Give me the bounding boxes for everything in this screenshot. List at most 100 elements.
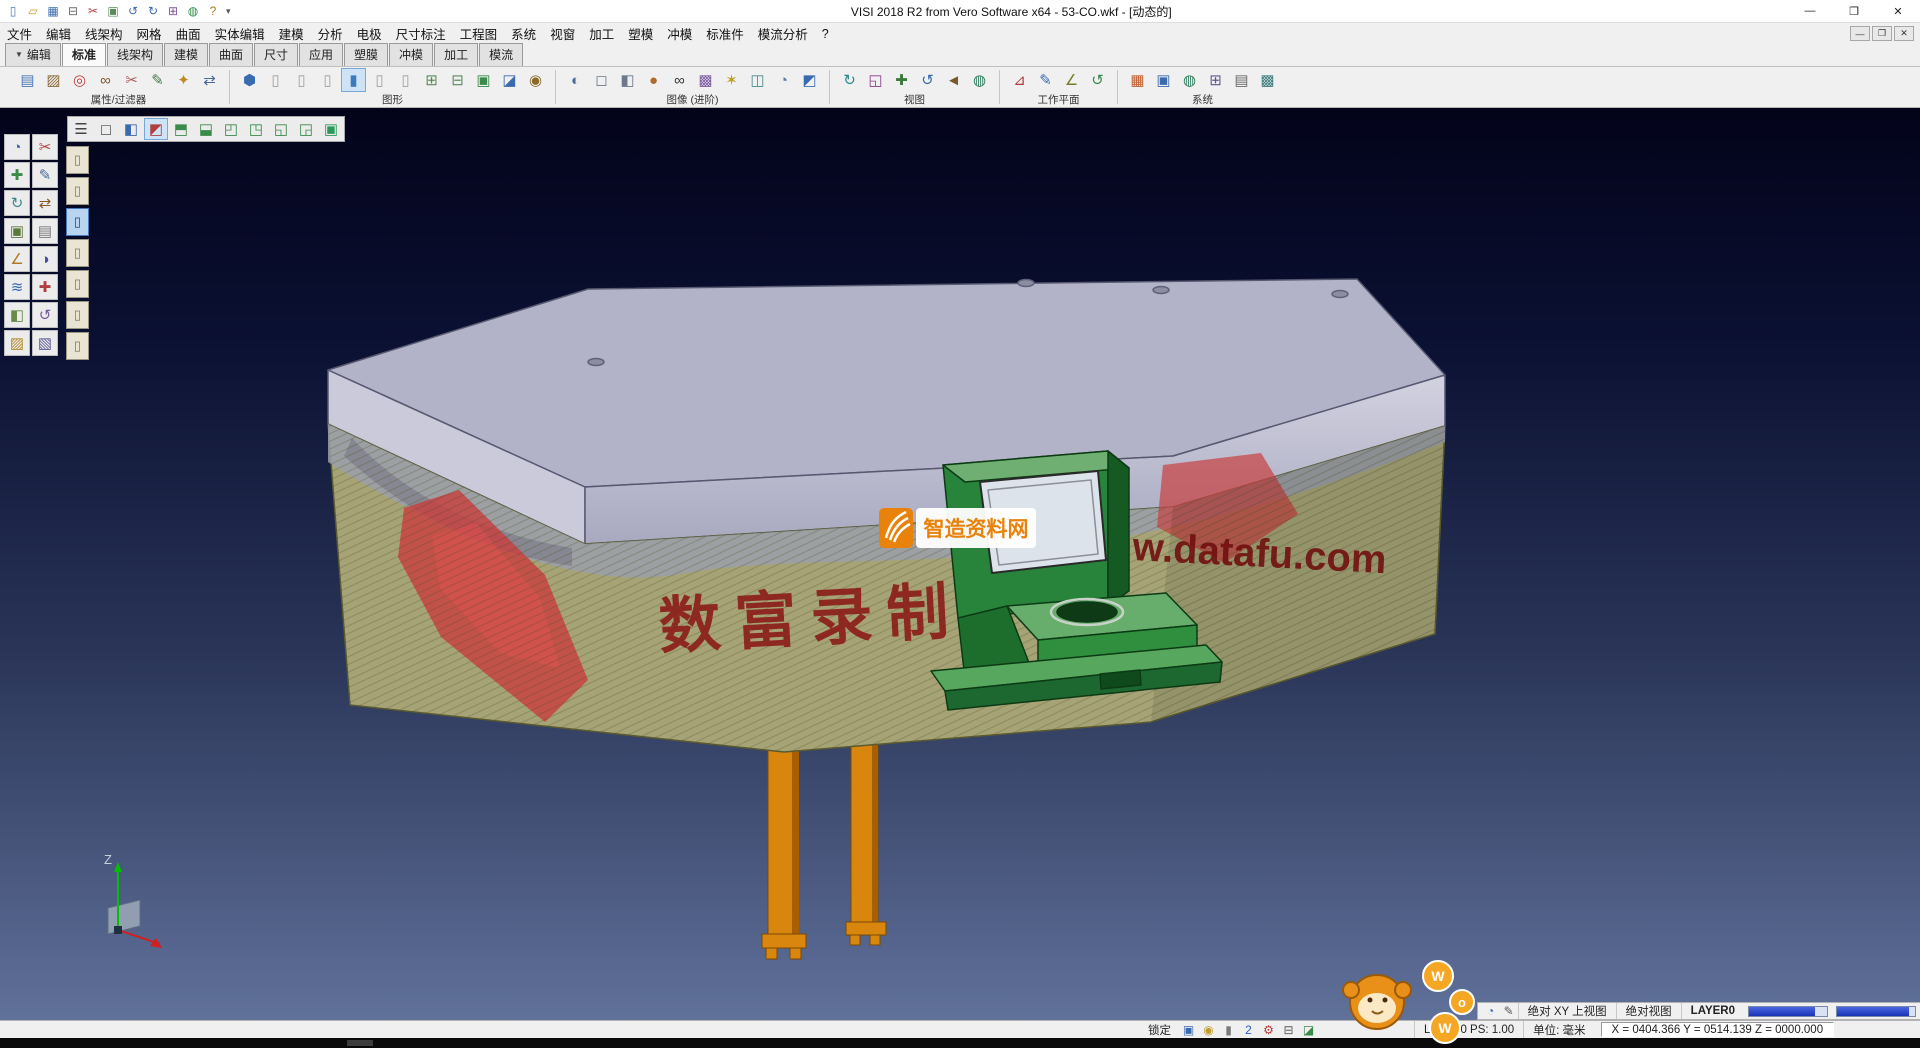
chip-icon[interactable]: ▩	[1255, 68, 1280, 92]
zoom-window-icon[interactable]: ◱	[863, 68, 888, 92]
menu-item-7[interactable]: 分析	[311, 23, 350, 44]
dynamic-view-icon[interactable]: ◍	[967, 68, 992, 92]
view-shaded-icon[interactable]: ◧	[119, 118, 143, 140]
view-back-icon[interactable]: ◲	[294, 118, 318, 140]
layout-slot-icon-5[interactable]: ▯	[66, 301, 89, 329]
rotate-view-icon[interactable]: ↺	[915, 68, 940, 92]
tab-1[interactable]: 标准	[62, 43, 106, 66]
knife-icon[interactable]: ✂	[32, 134, 58, 160]
stamp-icon[interactable]: ▣	[4, 218, 30, 244]
capture-icon[interactable]: ◉	[1199, 1022, 1218, 1038]
redo-icon[interactable]: ↻	[144, 2, 162, 20]
close-button[interactable]: ✕	[1876, 0, 1920, 22]
menu-item-16[interactable]: 标准件	[699, 23, 751, 44]
selection-filter-icon[interactable]: ✂	[119, 68, 144, 92]
maximize-button[interactable]: ❐	[1832, 0, 1876, 22]
tab-10[interactable]: 模流	[479, 43, 523, 66]
new-file-icon[interactable]: ▯	[4, 2, 22, 20]
minimize-button[interactable]: —	[1788, 0, 1832, 22]
notes-icon[interactable]: ▤	[32, 218, 58, 244]
tab-5[interactable]: 尺寸	[254, 43, 298, 66]
qat-dropdown-icon[interactable]: ▾	[222, 6, 235, 17]
palette-icon[interactable]: ▨	[4, 330, 30, 356]
edit-filter-icon[interactable]: ✎	[145, 68, 170, 92]
workplane-reset-icon[interactable]: ↺	[1085, 68, 1110, 92]
menu-item-0[interactable]: 文件	[0, 23, 39, 44]
compass-icon[interactable]: ◑	[32, 246, 58, 272]
copy-icon[interactable]: ▣	[104, 2, 122, 20]
viewport-3d[interactable]: 数富录制 w.datafu.com 智造资料网	[0, 108, 1920, 1020]
sheet4-icon[interactable]: ▯	[367, 68, 392, 92]
menu-item-8[interactable]: 电极	[350, 23, 389, 44]
mdi-minimize-button[interactable]: —	[1850, 26, 1870, 41]
table-icon[interactable]: ⊞	[1203, 68, 1228, 92]
filter-red-icon[interactable]: ◎	[67, 68, 92, 92]
layout-slot-icon-3[interactable]: ▯	[66, 239, 89, 267]
shade-icon[interactable]: ◐	[563, 68, 588, 92]
rotate-entity-icon[interactable]: ↻	[4, 190, 30, 216]
print-icon[interactable]: ⊟	[64, 2, 82, 20]
color-palette-icon[interactable]: ▦	[1125, 68, 1150, 92]
glasses-icon[interactable]: ∞	[667, 68, 692, 92]
wireframe-icon[interactable]: ◻	[589, 68, 614, 92]
view-axon-icon[interactable]: ▣	[319, 118, 343, 140]
globe-icon[interactable]: ◍	[1177, 68, 1202, 92]
history-icon[interactable]: ↺	[32, 302, 58, 328]
attributes-icon[interactable]: ▤	[15, 68, 40, 92]
menu-item-5[interactable]: 实体编辑	[208, 23, 272, 44]
menu-item-6[interactable]: 建模	[272, 23, 311, 44]
clipboard-icon[interactable]: ▧	[32, 330, 58, 356]
ruler-icon[interactable]: ∠	[4, 246, 30, 272]
filter-chain-icon[interactable]: ∞	[93, 68, 118, 92]
grid-icon[interactable]: ⊞	[164, 2, 182, 20]
previous-view-icon[interactable]: ◄	[941, 68, 966, 92]
box-list-icon[interactable]: ⊞	[419, 68, 444, 92]
menu-item-10[interactable]: 工程图	[453, 23, 505, 44]
axes-icon[interactable]: ✚	[4, 162, 30, 188]
attribute-painter-icon[interactable]: ▨	[41, 68, 66, 92]
layout-slot-icon-6[interactable]: ▯	[66, 332, 89, 360]
mouse-icon[interactable]: ▮	[1219, 1022, 1238, 1038]
layout-slot-icon-1[interactable]: ▯	[66, 177, 89, 205]
texture-icon[interactable]: ▩	[693, 68, 718, 92]
layout-slot-icon-2[interactable]: ▯	[66, 208, 89, 236]
swap-filter-icon[interactable]: ⇄	[197, 68, 222, 92]
lock-toggle[interactable]: 锁定	[1140, 1022, 1179, 1038]
tab-7[interactable]: 塑膜	[344, 43, 388, 66]
tab-9[interactable]: 加工	[434, 43, 478, 66]
open-file-icon[interactable]: ▱	[24, 2, 42, 20]
menu-item-1[interactable]: 编辑	[39, 23, 78, 44]
tab-3[interactable]: 建模	[164, 43, 208, 66]
menu-item-11[interactable]: 系统	[504, 23, 543, 44]
layout-slot-icon-4[interactable]: ▯	[66, 270, 89, 298]
zoom-image-icon[interactable]: ◔	[771, 68, 796, 92]
printer-icon[interactable]: ⊟	[1279, 1022, 1298, 1038]
menu-item-12[interactable]: 视窗	[543, 23, 582, 44]
view-front-icon[interactable]: ⬓	[194, 118, 218, 140]
menu-item-2[interactable]: 线架构	[78, 23, 130, 44]
layout-slot-icon-0[interactable]: ▯	[66, 146, 89, 174]
sheet2-icon[interactable]: ▯	[289, 68, 314, 92]
tab-6[interactable]: 应用	[299, 43, 343, 66]
active-sheet-icon[interactable]: ▮	[341, 68, 366, 92]
hidden-line-icon[interactable]: ◧	[615, 68, 640, 92]
tab-0[interactable]: ▼编辑	[5, 43, 61, 66]
section-icon[interactable]: ◫	[745, 68, 770, 92]
cube-shaded-icon[interactable]: ◩	[797, 68, 822, 92]
cube-blue-icon[interactable]: ◪	[497, 68, 522, 92]
view-left-icon[interactable]: ◰	[219, 118, 243, 140]
view-menu-icon[interactable]: ☰	[69, 118, 93, 140]
view-right-icon[interactable]: ◳	[244, 118, 268, 140]
menu-item-18[interactable]: ?	[815, 23, 836, 44]
sheet5-icon[interactable]: ▯	[393, 68, 418, 92]
units-indicator[interactable]: 单位: 毫米	[1523, 1021, 1594, 1038]
cube-green-icon[interactable]: ▣	[471, 68, 496, 92]
workplane-icon[interactable]: ⊿	[1007, 68, 1032, 92]
mdi-close-button[interactable]: ✕	[1894, 26, 1914, 41]
zoom-all-icon[interactable]: ↻	[837, 68, 862, 92]
view-top-icon[interactable]: ⬒	[169, 118, 193, 140]
tab-4[interactable]: 曲面	[209, 43, 253, 66]
menu-item-9[interactable]: 尺寸标注	[389, 23, 453, 44]
workplane-align-icon[interactable]: ∠	[1059, 68, 1084, 92]
sheet1-icon[interactable]: ▯	[263, 68, 288, 92]
